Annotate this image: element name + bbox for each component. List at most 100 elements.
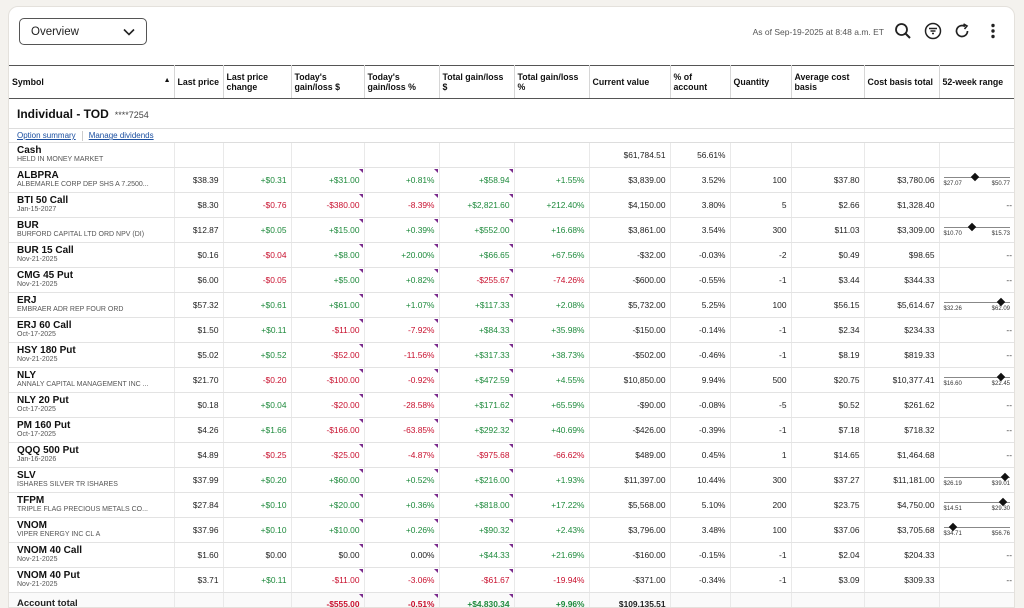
symbol-name[interactable]: ERJ 60 Call [17,321,170,331]
option-summary-link[interactable]: Option summary [17,131,76,140]
symbol-name[interactable]: VNOM 40 Call [17,546,170,556]
position-row[interactable]: VNOM 40 Put Nov-21-2025 $3.71 +$0.11 -$11.00… [9,567,1014,593]
week-range-cell: -- [939,542,1014,568]
position-row[interactable]: ERJ EMBRAER ADR REP FOUR ORD $57.32 +$0.61 +… [9,292,1014,318]
col-header-pct-of-account[interactable]: % of account [670,65,731,99]
position-row[interactable]: VNOM VIPER ENERGY INC CL A $37.96 +$0.10 +$1… [9,517,1014,543]
current-value-cell: $489.00 [589,442,671,468]
manage-dividends-link[interactable]: Manage dividends [89,131,154,140]
view-dropdown[interactable]: Overview [19,18,147,45]
symbol-name[interactable]: BUR [17,221,170,231]
col-header-total-gain-loss[interactable]: Total gain/loss $ [439,65,515,99]
quantity-cell: 100 [730,292,792,318]
todays-gain-loss-pct-cell: -28.58% [364,392,440,418]
symbol-name[interactable]: CMG 45 Put [17,271,170,281]
cell [291,142,365,168]
last-price-cell: $37.96 [174,517,224,543]
col-header-average-cost-basis[interactable]: Average cost basis [791,65,865,99]
todays-gain-loss-pct-cell: +0.82% [364,267,440,293]
current-value-cell: $4,150.00 [589,192,671,218]
position-row[interactable]: VNOM 40 Call Nov-21-2025 $1.60 $0.00 $0.00 0.… [9,542,1014,568]
cost-basis-total-cell: $5,614.67 [864,292,940,318]
position-row[interactable]: CMG 45 Put Nov-21-2025 $6.00 -$0.05 +$5.00 +0… [9,267,1014,293]
col-header-symbol[interactable]: Symbol ▲ [9,65,175,99]
symbol-name[interactable]: ERJ [17,296,170,306]
todays-gain-loss-cell: -$166.00 [291,417,365,443]
col-header-total-gain-loss-pct[interactable]: Total gain/loss % [514,65,590,99]
col-header-todays-gain-loss[interactable]: Today's gain/loss $ [291,65,365,99]
account-header-row: Individual - TOD ****7254 [9,98,1014,129]
week-range-cell: $10.70 $15.73 [939,217,1014,243]
pct-account-cell: -0.34% [670,567,731,593]
symbol-name[interactable]: SLV [17,471,170,481]
symbol-name[interactable]: HSY 180 Put [17,346,170,356]
symbol-name[interactable]: TFPM [17,496,170,506]
symbol-name[interactable]: BTI 50 Call [17,196,170,206]
symbol-name[interactable]: Cash [17,146,170,156]
filter-icon[interactable] [924,22,942,40]
col-header-cost-basis-total[interactable]: Cost basis total [864,65,940,99]
col-header-quantity[interactable]: Quantity [730,65,792,99]
symbol-name[interactable]: NLY [17,371,170,381]
todays-gain-loss-pct-cell: +0.81% [364,167,440,193]
more-icon[interactable] [984,22,1002,40]
position-row[interactable]: BTI 50 Call Jan-15-2027 $8.30 -$0.76 -$380.0… [9,192,1014,218]
link-divider [81,130,83,141]
col-header-todays-gain-loss-pct[interactable]: Today's gain/loss % [364,65,440,99]
position-row[interactable]: BUR 15 Call Nov-21-2025 $0.16 -$0.04 +$8.00 +… [9,242,1014,268]
cash-row[interactable]: Cash HELD IN MONEY MARKET $61,784.51 56.6… [9,142,1014,168]
col-header-current-value[interactable]: Current value [589,65,671,99]
symbol-description: EMBRAER ADR REP FOUR ORD [17,306,124,313]
pct-account-cell: 56.61% [670,142,731,168]
position-row[interactable]: TFPM TRIPLE FLAG PRECIOUS METALS CO... $27… [9,492,1014,518]
total-gain-loss-cell: +$472.59 [439,367,515,393]
total-gain-loss-cell: +$84.33 [439,317,515,343]
col-header-last-price-change[interactable]: Last price change [223,65,292,99]
position-row[interactable]: HSY 180 Put Nov-21-2025 $5.02 +$0.52 -$52.00… [9,342,1014,368]
total-gain-loss-pct-cell: +65.59% [514,392,590,418]
total-gain-loss-cell: +$90.32 [439,517,515,543]
symbol-name[interactable]: ALBPRA [17,171,170,181]
position-row[interactable]: QQQ 500 Put Jan-16-2026 $4.89 -$0.25 -$25.00… [9,442,1014,468]
week-range-cell: $26.19 $39.01 [939,467,1014,493]
search-icon[interactable] [894,22,912,40]
symbol-description: Oct-17-2025 [17,431,56,438]
week-range-empty: -- [1006,425,1012,435]
last-price-cell: $6.00 [174,267,224,293]
pct-account-cell: 9.94% [670,367,731,393]
total-gain-loss-pct-cell: +40.69% [514,417,590,443]
week-range-slider: $14.51 $29.30 [943,497,1010,514]
week-range-cell: $14.51 $29.30 [939,492,1014,518]
todays-gain-loss-cell: +$20.00 [291,492,365,518]
symbol-name[interactable]: VNOM 40 Put [17,571,170,581]
cost-basis-total-cell: $11,181.00 [864,467,940,493]
position-row[interactable]: NLY ANNALY CAPITAL MANAGEMENT INC ... $21.… [9,367,1014,393]
refresh-icon[interactable] [953,22,971,40]
position-row[interactable]: ALBPRA ALBEMARLE CORP DEP SHS A 7.2500...… [9,167,1014,193]
position-row[interactable]: NLY 20 Put Oct-17-2025 $0.18 +$0.04 -$20.00-… [9,392,1014,418]
quantity-cell: 100 [730,517,792,543]
position-row[interactable]: ERJ 60 Call Oct-17-2025 $1.50 +$0.11 -$11.00… [9,317,1014,343]
total-todays-gain-loss-value[interactable]: -$555.00 [326,598,360,607]
average-cost-basis-cell: $3.44 [791,267,865,293]
current-value-cell: $3,796.00 [589,517,671,543]
last-price-change-cell: +$0.10 [223,492,292,518]
pct-account-cell: -0.08% [670,392,731,418]
symbol-name[interactable]: NLY 20 Put [17,396,170,406]
current-value-cell: $3,861.00 [589,217,671,243]
symbol-name[interactable]: BUR 15 Call [17,246,170,256]
symbol-name[interactable]: VNOM [17,521,170,531]
col-header-52-week-range[interactable]: 52-week range [939,65,1014,99]
position-row[interactable]: PM 160 Put Oct-17-2025 $4.26 +$1.66 -$166.00… [9,417,1014,443]
pct-account-cell: 3.54% [670,217,731,243]
week-range-cell: -- [939,267,1014,293]
average-cost-basis-cell: $8.19 [791,342,865,368]
position-row[interactable]: BUR BURFORD CAPITAL LTD ORD NPV (DI) $12.8… [9,217,1014,243]
symbol-name[interactable]: PM 160 Put [17,421,170,431]
position-row[interactable]: SLV ISHARES SILVER TR ISHARES $37.99 +$0.20… [9,467,1014,493]
col-header-last-price[interactable]: Last price [174,65,224,99]
symbol-name[interactable]: QQQ 500 Put [17,446,170,456]
symbol-cell: NLY 20 Put Oct-17-2025 [9,392,175,418]
todays-gain-loss-cell: $0.00 [291,542,365,568]
last-price-change-cell: -$0.20 [223,367,292,393]
